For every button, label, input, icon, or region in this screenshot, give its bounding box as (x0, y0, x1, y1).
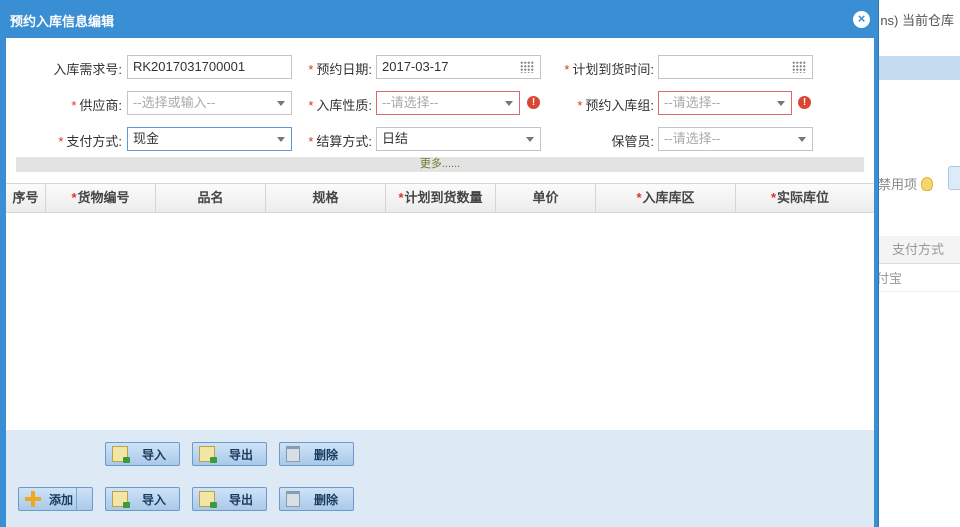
column-header[interactable]: *实际库位 (736, 184, 864, 212)
add-label: 添加 (49, 492, 74, 507)
goods-grid-header: 序号 *货物编号 品名 规格 *计划到货数量 单价 *入库库区 *实际库位 (6, 183, 874, 213)
disabled-items-filter[interactable]: 禁用项 (878, 174, 934, 193)
column-header[interactable]: 规格 (266, 184, 386, 212)
plan-time-label: * 计划到货时间: (564, 62, 654, 77)
background-cell: 付宝 (876, 266, 960, 292)
column-header[interactable]: 序号 (6, 184, 46, 212)
error-icon: ! (798, 96, 811, 109)
pay-method-label: * 支付方式: (58, 134, 122, 149)
appt-date-label: * 预约日期: (308, 62, 372, 77)
in-group-placeholder: --请选择-- (664, 95, 721, 110)
current-warehouse-label: ns) 当前仓库 (880, 13, 954, 28)
disabled-items-label: 禁用项 (878, 177, 918, 192)
import-button[interactable]: 导入 (105, 487, 180, 511)
keeper-placeholder: --请选择-- (664, 131, 721, 146)
excel-import-icon (112, 491, 130, 508)
background-column-header: 支付方式 (876, 236, 960, 264)
form-row-3: * 支付方式: 现金 * 结算方式: 日结 保管员: --请选择-- (6, 127, 874, 151)
import-button[interactable]: 导入 (105, 442, 180, 466)
excel-export-icon (199, 446, 217, 463)
bulb-icon (921, 176, 934, 191)
in-type-label: * 入库性质: (308, 98, 372, 113)
column-header[interactable]: *计划到货数量 (386, 184, 496, 212)
goods-grid-body (6, 213, 874, 430)
pay-method-value: 现金 (133, 131, 160, 146)
column-header[interactable]: *入库库区 (596, 184, 736, 212)
excel-import-icon (112, 446, 130, 463)
dialog-header[interactable]: 预约入库信息编辑 × (0, 0, 878, 38)
appt-date-input[interactable]: 2017-03-17 (376, 55, 541, 79)
plus-icon (25, 491, 41, 507)
export-button[interactable]: 导出 (192, 442, 267, 466)
chevron-down-icon[interactable] (277, 101, 285, 106)
chevron-down-icon[interactable] (526, 137, 534, 142)
settle-method-label: * 结算方式: (308, 134, 372, 149)
keeper-label: 保管员: (611, 134, 654, 149)
background-search-button[interactable] (948, 166, 960, 190)
trash-icon (286, 491, 300, 507)
export-button[interactable]: 导出 (192, 487, 267, 511)
supplier-label: * 供应商: (71, 98, 122, 113)
error-icon: ! (527, 96, 540, 109)
chevron-down-icon[interactable] (277, 137, 285, 142)
trash-icon (286, 446, 300, 462)
more-toggle[interactable]: 更多...... (16, 157, 864, 172)
column-header[interactable]: 品名 (156, 184, 266, 212)
toolbar-area: 导入 导出 删除 添加 导入 导出 删除 (6, 430, 874, 527)
column-header[interactable]: 单价 (496, 184, 596, 212)
calendar-icon[interactable] (792, 61, 806, 73)
dialog-body: 入库需求号: RK2017031700001 * 预约日期: 2017-03-17… (6, 38, 874, 527)
delete-label: 删除 (314, 447, 339, 462)
settle-method-select[interactable]: 日结 (376, 127, 541, 151)
chevron-down-icon[interactable] (798, 137, 806, 142)
settle-method-value: 日结 (382, 131, 409, 146)
dialog-title: 预约入库信息编辑 (10, 14, 115, 29)
supplier-select[interactable]: --选择或输入-- (127, 91, 292, 115)
plan-time-input[interactable] (658, 55, 813, 79)
import-label: 导入 (142, 447, 167, 462)
import-label: 导入 (142, 492, 167, 507)
in-group-select[interactable]: --请选择-- (658, 91, 792, 115)
in-type-placeholder: --请选择-- (382, 95, 439, 110)
add-button[interactable]: 添加 (18, 487, 93, 511)
add-split-dropdown[interactable] (76, 488, 92, 510)
delete-label: 删除 (314, 492, 339, 507)
pay-method-select[interactable]: 现金 (127, 127, 292, 151)
appointment-edit-dialog: 预约入库信息编辑 × 入库需求号: RK2017031700001 * 预约日期:… (0, 0, 879, 527)
background-nav-bar (876, 56, 960, 80)
supplier-placeholder: --选择或输入-- (133, 95, 216, 110)
chevron-down-icon[interactable] (505, 101, 513, 106)
column-header[interactable]: *货物编号 (46, 184, 156, 212)
appt-date-value: 2017-03-17 (382, 59, 449, 74)
export-label: 导出 (229, 492, 254, 507)
chevron-down-icon[interactable] (777, 101, 785, 106)
keeper-select[interactable]: --请选择-- (658, 127, 813, 151)
calendar-icon[interactable] (520, 61, 534, 73)
request-no-input[interactable]: RK2017031700001 (127, 55, 292, 79)
excel-export-icon (199, 491, 217, 508)
form-row-1: 入库需求号: RK2017031700001 * 预约日期: 2017-03-17… (6, 55, 874, 79)
request-no-label: 入库需求号: (53, 62, 122, 77)
in-type-select[interactable]: --请选择-- (376, 91, 520, 115)
form-row-2: * 供应商: --选择或输入-- * 入库性质: --请选择-- ! * 预约入库组:… (6, 91, 874, 115)
delete-button[interactable]: 删除 (279, 442, 354, 466)
export-label: 导出 (229, 447, 254, 462)
delete-button[interactable]: 删除 (279, 487, 354, 511)
in-group-label: * 预约入库组: (577, 98, 654, 113)
close-icon[interactable]: × (853, 11, 870, 28)
